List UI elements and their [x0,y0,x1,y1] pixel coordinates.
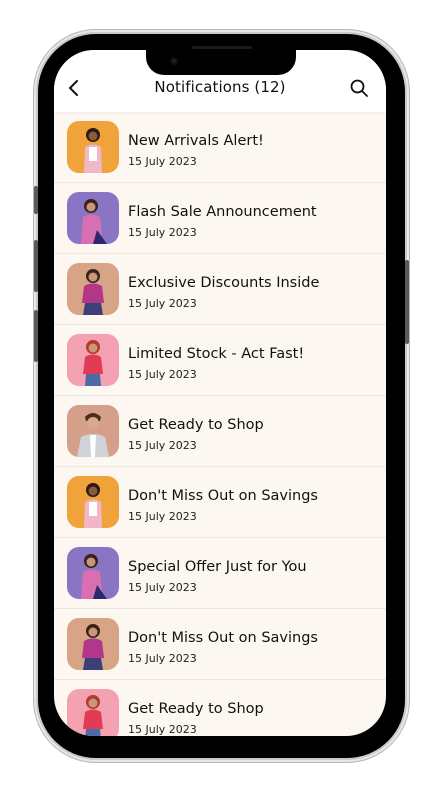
product-thumbnail [67,689,119,736]
notification-date: 15 July 2023 [128,155,197,168]
notification-title: Exclusive Discounts Inside [128,275,320,291]
product-thumbnail [67,334,119,386]
volume-up-button [34,240,38,292]
notification-item[interactable]: Don't Miss Out on Savings 15 July 2023 [54,467,386,538]
product-thumbnail [67,121,119,173]
notification-item[interactable]: Flash Sale Announcement 15 July 2023 [54,183,386,254]
notification-item[interactable]: Exclusive Discounts Inside 15 July 2023 [54,254,386,325]
search-icon[interactable] [348,77,370,99]
product-thumbnail [67,476,119,528]
page-title: Notifications (12) [154,78,286,96]
product-thumbnail [67,547,119,599]
notification-title: Flash Sale Announcement [128,204,317,220]
notification-title: Special Offer Just for You [128,559,307,575]
silent-switch [34,186,38,214]
notification-item[interactable]: Get Ready to Shop 15 July 2023 [54,396,386,467]
notification-date: 15 July 2023 [128,581,197,594]
notification-item[interactable]: Don't Miss Out on Savings 15 July 2023 [54,609,386,680]
notification-title: Don't Miss Out on Savings [128,630,318,646]
notification-item[interactable]: Get Ready to Shop 15 July 2023 [54,680,386,736]
notification-date: 15 July 2023 [128,652,197,665]
notification-list: New Arrivals Alert! 15 July 2023 Flash S… [54,112,386,736]
notification-title: Get Ready to Shop [128,417,264,433]
notch [146,46,296,75]
product-thumbnail [67,192,119,244]
notification-title: Get Ready to Shop [128,701,264,717]
notification-item[interactable]: Limited Stock - Act Fast! 15 July 2023 [54,325,386,396]
product-thumbnail [67,263,119,315]
notification-item[interactable]: Special Offer Just for You 15 July 2023 [54,538,386,609]
product-thumbnail [67,405,119,457]
notification-date: 15 July 2023 [128,226,197,239]
screen: Notifications (12) New Arrivals Alert! 1… [54,50,386,736]
notification-date: 15 July 2023 [128,510,197,523]
notification-date: 15 July 2023 [128,439,197,452]
notification-title: Limited Stock - Act Fast! [128,346,305,362]
power-button [405,260,409,344]
notification-title: Don't Miss Out on Savings [128,488,318,504]
notification-date: 15 July 2023 [128,368,197,381]
notification-title: New Arrivals Alert! [128,133,264,149]
notification-date: 15 July 2023 [128,297,197,310]
product-thumbnail [67,618,119,670]
volume-down-button [34,310,38,362]
notification-date: 15 July 2023 [128,723,197,736]
notification-item[interactable]: New Arrivals Alert! 15 July 2023 [54,112,386,183]
